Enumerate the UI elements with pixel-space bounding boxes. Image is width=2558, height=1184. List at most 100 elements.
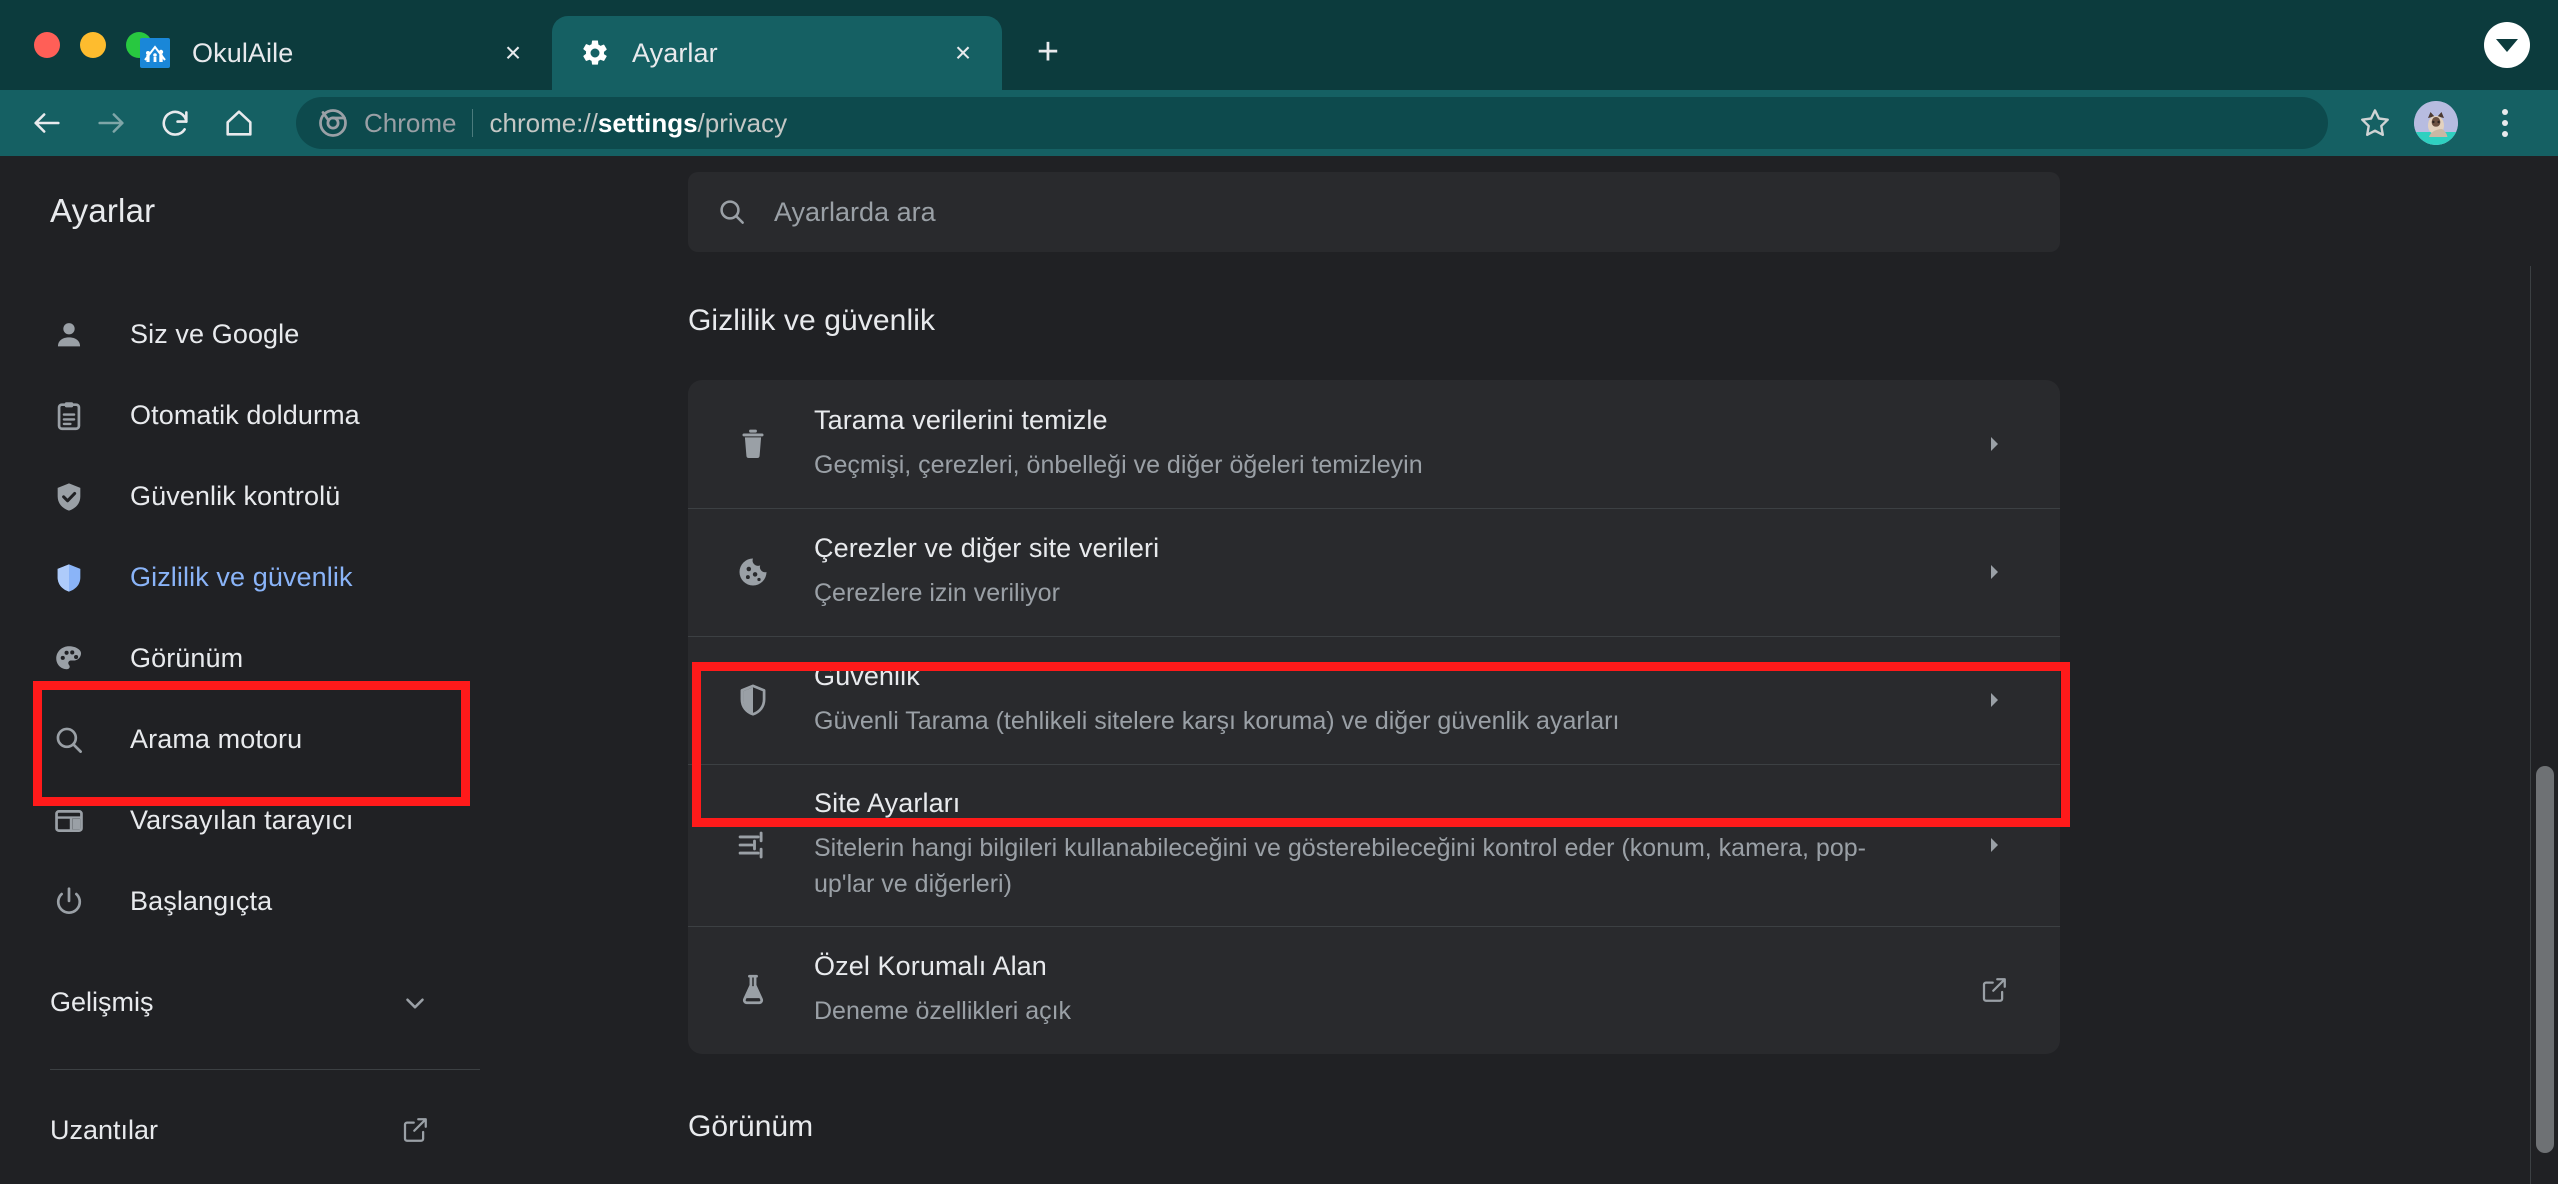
row-ozel-korumali-alan[interactable]: Özel Korumalı Alan Deneme özellikleri aç… (688, 926, 2060, 1054)
bookmark-star-button[interactable] (2348, 96, 2402, 150)
search-icon (50, 721, 88, 759)
page-scrollbar[interactable] (2530, 266, 2558, 1184)
settings-page: Ayarlar Ayarlarda ara Siz ve Google Otom… (0, 156, 2558, 1184)
okulaile-logo-icon (138, 36, 172, 70)
forward-button[interactable] (82, 94, 140, 152)
tab-search-button[interactable] (2484, 22, 2530, 68)
shield-check-icon (50, 478, 88, 516)
shield-icon (50, 559, 88, 597)
sidebar-item-otomatik-doldurma[interactable]: Otomatik doldurma (0, 375, 500, 456)
browser-window-icon (50, 802, 88, 840)
sidebar-item-siz-ve-google[interactable]: Siz ve Google (0, 294, 500, 375)
sidebar-item-baslangicta[interactable]: Başlangıçta (0, 861, 500, 942)
three-dots-icon (2502, 109, 2508, 137)
browser-window: OkulAile × Ayarlar × + Chrome chrome://s… (0, 0, 2558, 1184)
reload-button[interactable] (146, 94, 204, 152)
scrollbar-thumb[interactable] (2536, 766, 2554, 1153)
sidebar-item-varsayilan-tarayici[interactable]: Varsayılan tarayıcı (0, 780, 500, 861)
tab-okulaile[interactable]: OkulAile × (112, 16, 552, 90)
row-guvenlik[interactable]: Güvenlik Güvenli Tarama (tehlikeli sitel… (688, 636, 2060, 764)
search-placeholder: Ayarlarda ara (774, 196, 936, 227)
row-tarama-verilerini-temizle[interactable]: Tarama verilerini temizle Geçmişi, çerez… (688, 380, 2060, 508)
back-button[interactable] (18, 94, 76, 152)
url-prefix: chrome:// (489, 107, 598, 138)
sidebar-advanced-label: Gelişmiş (50, 987, 154, 1017)
tab-close-button[interactable]: × (946, 36, 980, 70)
palette-icon (50, 640, 88, 678)
settings-header: Ayarlar Ayarlarda ara (0, 156, 2558, 266)
row-title: Özel Korumalı Alan (814, 950, 1047, 981)
power-icon (50, 883, 88, 921)
omnibox-url: chrome://settings/privacy (489, 108, 787, 139)
arrow-right-icon (98, 113, 124, 133)
sidebar-item-gorunum[interactable]: Görünüm (0, 618, 500, 699)
sidebar-item-label: Siz ve Google (130, 319, 300, 349)
row-text: Site Ayarları Sitelerin hangi bilgileri … (814, 764, 1938, 926)
sidebar-item-uzantilar[interactable]: Uzantılar (0, 1094, 500, 1166)
flask-icon (732, 969, 774, 1011)
row-text: Çerezler ve diğer site verileri Çerezler… (814, 509, 1938, 636)
chevron-right-icon[interactable] (1978, 833, 2010, 857)
chrome-menu-button[interactable] (2478, 96, 2532, 150)
privacy-settings-card: Tarama verilerini temizle Geçmişi, çerez… (688, 380, 2060, 1054)
sidebar-item-label: Otomatik doldurma (130, 400, 360, 430)
sliders-icon (732, 824, 774, 866)
minimize-window-button[interactable] (80, 32, 106, 58)
settings-body: Siz ve Google Otomatik doldurma Güvenlik… (0, 266, 2558, 1184)
clipboard-icon (50, 397, 88, 435)
row-text: Özel Korumalı Alan Deneme özellikleri aç… (814, 927, 1938, 1054)
external-link-icon (400, 1115, 430, 1145)
chevron-right-icon[interactable] (1978, 560, 2010, 584)
trash-icon (732, 423, 774, 465)
omnibox-chrome-label: Chrome (364, 107, 457, 138)
sidebar-advanced-toggle[interactable]: Gelişmiş (0, 962, 500, 1043)
chevron-right-icon[interactable] (1978, 432, 2010, 456)
search-settings-input[interactable]: Ayarlarda ara (688, 172, 2060, 252)
sidebar-item-arama-motoru[interactable]: Arama motoru (0, 699, 500, 780)
chevron-right-icon[interactable] (1978, 688, 2010, 712)
row-title: Tarama verilerini temizle (814, 404, 1108, 435)
settings-sidebar: Siz ve Google Otomatik doldurma Güvenlik… (0, 266, 500, 1184)
chevron-down-icon (400, 988, 430, 1018)
chevron-down-icon (2496, 38, 2518, 52)
sidebar-item-guvenlik-kontrolu[interactable]: Güvenlik kontrolü (0, 456, 500, 537)
sidebar-item-label: Arama motoru (130, 724, 303, 754)
new-tab-button[interactable]: + (1020, 24, 1076, 80)
home-button[interactable] (210, 94, 268, 152)
person-icon (50, 316, 88, 354)
sidebar-item-label: Gizlilik ve güvenlik (130, 562, 353, 592)
settings-main-content: Gizlilik ve güvenlik Tarama verilerini t… (500, 266, 2558, 1184)
section-title: Gizlilik ve güvenlik (688, 304, 936, 337)
row-title: Güvenlik (814, 660, 920, 691)
row-subtitle: Deneme özellikleri açık (814, 996, 1072, 1025)
address-bar[interactable]: Chrome chrome://settings/privacy (296, 97, 2328, 149)
sidebar-item-chrome-hakkinda[interactable]: Chrome hakkında (0, 1166, 500, 1184)
tab-ayarlar[interactable]: Ayarlar × (552, 16, 1002, 90)
row-text: Güvenlik Güvenli Tarama (tehlikeli sitel… (814, 637, 1938, 764)
sidebar-item-gizlilik-ve-guvenlik[interactable]: Gizlilik ve güvenlik (0, 537, 500, 618)
tab-strip: OkulAile × Ayarlar × + (0, 0, 2558, 90)
arrow-left-icon (34, 113, 60, 133)
tab-close-button[interactable]: × (496, 36, 530, 70)
avatar[interactable] (2414, 101, 2458, 145)
external-link-icon[interactable] (1978, 975, 2010, 1005)
row-subtitle: Çerezlere izin veriliyor (814, 578, 1060, 607)
shield-icon (732, 679, 774, 721)
close-window-button[interactable] (34, 32, 60, 58)
row-subtitle: Güvenli Tarama (tehlikeli sitelere karşı… (814, 706, 1620, 735)
omnibox-divider (472, 109, 474, 137)
row-title: Çerezler ve diğer site verileri (814, 532, 1160, 563)
row-subtitle: Geçmişi, çerezleri, önbelleği ve diğer ö… (814, 450, 1423, 479)
browser-toolbar: Chrome chrome://settings/privacy (0, 90, 2558, 156)
row-cerezler-ve-diger-site-verileri[interactable]: Çerezler ve diğer site verileri Çerezler… (688, 508, 2060, 636)
home-icon (226, 110, 252, 136)
sidebar-item-label: Uzantılar (50, 1114, 159, 1145)
sidebar-item-label: Görünüm (130, 643, 244, 673)
row-title: Site Ayarları (814, 788, 961, 818)
reload-icon (162, 110, 188, 136)
row-site-ayarlari[interactable]: Site Ayarları Sitelerin hangi bilgileri … (688, 764, 2060, 926)
search-icon (716, 196, 748, 228)
row-subtitle: Sitelerin hangi bilgileri kullanabileceğ… (814, 834, 1866, 898)
row-text: Tarama verilerini temizle Geçmişi, çerez… (814, 381, 1938, 508)
star-icon (2361, 109, 2389, 137)
